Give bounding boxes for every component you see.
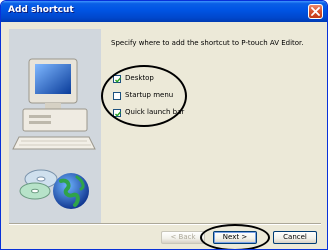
startup-menu-label: Startup menu (125, 91, 174, 99)
button-divider (9, 223, 321, 225)
title-bar[interactable]: Add shortcut (1, 1, 327, 22)
close-button[interactable] (308, 4, 323, 19)
window-title: Add shortcut (8, 5, 74, 15)
add-shortcut-dialog: Add shortcut Specify where to add the sh… (0, 0, 328, 250)
desktop-label: Desktop (125, 74, 154, 82)
close-icon (311, 7, 320, 16)
quick-launch-bar-label: Quick launch bar (125, 108, 185, 116)
computer-with-cds-and-globe-illustration (9, 29, 101, 223)
checkmark-icon (115, 111, 122, 117)
desktop-checkbox[interactable] (113, 75, 122, 83)
cancel-button[interactable]: Cancel (273, 231, 317, 244)
back-button[interactable]: < Back (161, 231, 205, 244)
checkmark-icon (115, 77, 122, 83)
startup-menu-checkbox[interactable] (113, 92, 121, 100)
next-button[interactable]: Next > (213, 231, 257, 244)
quick-launch-bar-checkbox[interactable] (113, 109, 122, 117)
instruction-text: Specify where to add the shortcut to P-t… (111, 39, 304, 47)
